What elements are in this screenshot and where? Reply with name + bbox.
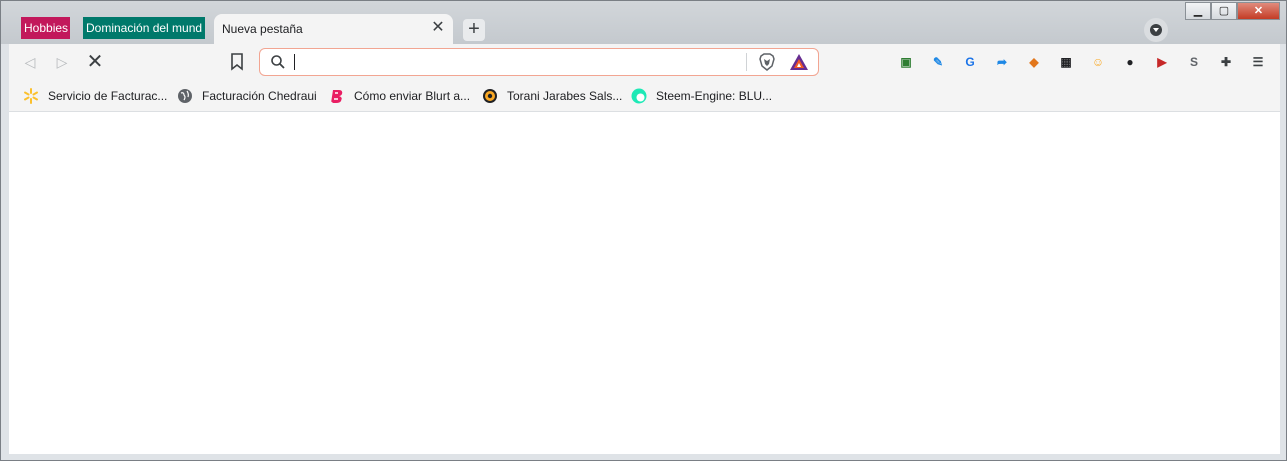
ext-s-icon[interactable]: S — [1183, 51, 1205, 73]
bookmark-item[interactable]: Cómo enviar Blurt a... — [329, 86, 470, 106]
close-window-button[interactable]: ✕ — [1237, 2, 1280, 20]
browser-window: Hobbies Dominación del mund Nueva pestañ… — [0, 0, 1287, 461]
maximize-button[interactable]: ▢ — [1211, 2, 1237, 20]
ext-share-icon[interactable]: ➦ — [991, 51, 1013, 73]
address-bar[interactable] — [259, 48, 819, 76]
bookmark-label: Facturación Chedraui — [202, 89, 317, 103]
window-controls: ▁ ▢ ✕ — [1185, 2, 1280, 20]
globe-icon — [178, 89, 192, 103]
brave-shields-icon[interactable] — [757, 52, 777, 72]
tab-active[interactable]: Nueva pestaña ✕ — [214, 14, 453, 44]
bookmarks-bar: Servicio de Facturac... Facturación Ched… — [9, 80, 1280, 112]
bookmark-label: Servicio de Facturac... — [48, 89, 168, 103]
bookmark-icon[interactable] — [230, 53, 244, 71]
brave-rewards-icon[interactable] — [789, 52, 809, 72]
new-tab-button[interactable]: + — [463, 19, 485, 41]
forward-button[interactable]: ▷ — [51, 51, 73, 73]
address-input[interactable] — [294, 52, 734, 72]
bookmark-label: Torani Jarabes Sals... — [507, 89, 623, 103]
extensions-puzzle-icon[interactable]: ✚ — [1215, 51, 1237, 73]
back-button[interactable]: ◁ — [19, 51, 41, 73]
stop-button[interactable]: ✕ — [84, 51, 106, 73]
ext-qrcolor-icon[interactable]: ▣ — [895, 51, 917, 73]
ext-emoji-icon[interactable]: ☺ — [1087, 51, 1109, 73]
omnibox-divider — [746, 53, 747, 71]
bookmark-label: Steem-Engine: BLU... — [656, 89, 773, 103]
tab-search-button[interactable] — [1144, 18, 1168, 42]
bookmark-item[interactable]: Servicio de Facturac... — [23, 86, 167, 106]
ext-qr-icon[interactable]: ▦ — [1055, 51, 1077, 73]
page-content[interactable] — [9, 112, 1280, 454]
ext-wand-icon[interactable]: ✎ — [927, 51, 949, 73]
search-icon — [271, 55, 285, 69]
extensions-area: ▣ ✎ G ➦ ◆ ▦ ☺ ● ▶ S ✚ ☰ — [895, 51, 1269, 73]
ext-metamask-icon[interactable]: ◆ — [1023, 51, 1045, 73]
walmart-spark-icon — [24, 88, 38, 104]
blurt-logo-icon — [331, 90, 343, 103]
ext-speed-icon[interactable]: ▶ — [1151, 51, 1173, 73]
chevron-down-icon — [1150, 24, 1162, 36]
tab-title: Nueva pestaña — [222, 22, 303, 36]
text-caret — [294, 54, 295, 70]
bookmark-label: Cómo enviar Blurt a... — [354, 89, 471, 103]
tab-close-icon[interactable]: ✕ — [429, 19, 447, 37]
torani-logo-icon — [483, 89, 497, 103]
menu-icon[interactable]: ☰ — [1247, 51, 1269, 73]
bookmark-item[interactable]: Torani Jarabes Sals... — [482, 86, 622, 106]
ext-darkmode-icon[interactable]: ● — [1119, 51, 1141, 73]
minimize-button[interactable]: ▁ — [1185, 2, 1211, 20]
bookmark-item[interactable]: Facturación Chedraui — [177, 86, 317, 106]
tab-group-dominacion[interactable]: Dominación del mund — [83, 17, 205, 39]
ext-translate-icon[interactable]: G — [959, 51, 981, 73]
bookmark-item[interactable]: Steem-Engine: BLU... — [631, 86, 772, 106]
toolbar: ◁ ▷ ✕ ▣ ✎ G ➦ ◆ ▦ ☺ ● ▶ S ✚ ☰ — [9, 44, 1280, 80]
steem-engine-logo-icon — [631, 88, 647, 104]
tab-strip: Hobbies Dominación del mund Nueva pestañ… — [1, 1, 1286, 44]
tab-group-hobbies[interactable]: Hobbies — [21, 17, 70, 39]
